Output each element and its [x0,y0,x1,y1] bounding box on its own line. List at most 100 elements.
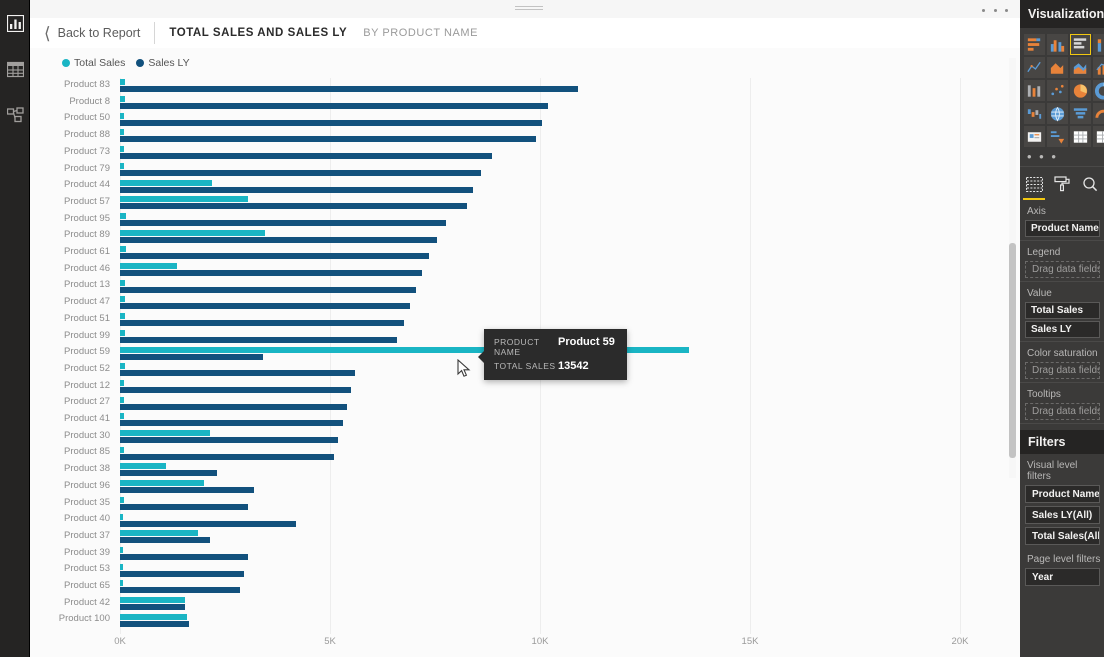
legend-item[interactable]: Sales LY [136,57,190,69]
tab-format[interactable] [1048,168,1076,200]
bar-total-sales[interactable] [120,313,126,320]
chart-row[interactable]: Product 12 [42,379,1002,396]
bar-total-sales[interactable] [120,162,124,169]
bar-total-sales[interactable] [120,263,177,270]
chart-row[interactable]: Product 95 [42,212,1002,229]
field-chip[interactable]: Sales LY [1025,321,1100,338]
bar-sales-ly[interactable] [120,86,578,93]
visual-type-stacked-bar-chart[interactable] [1024,34,1045,55]
visual-type-area-chart[interactable] [1047,57,1068,78]
bar-sales-ly[interactable] [120,169,482,176]
chart-row[interactable]: Product 46 [42,262,1002,279]
bar-sales-ly[interactable] [120,487,255,494]
visual-type-scatter-chart[interactable] [1047,80,1068,101]
bar-total-sales[interactable] [120,79,126,86]
bar-total-sales[interactable] [120,546,124,553]
overflow-menu-button[interactable] [982,4,1008,16]
chart-row[interactable]: Product 8 [42,95,1002,112]
bar-sales-ly[interactable] [120,236,438,243]
chart-row[interactable]: Product 89 [42,228,1002,245]
bar-total-sales[interactable] [120,396,125,403]
bar-total-sales[interactable] [120,496,124,503]
chart-row[interactable]: Product 42 [42,596,1002,613]
chart-row[interactable]: Product 30 [42,429,1002,446]
legend-item[interactable]: Total Sales [62,57,125,69]
bar-total-sales[interactable] [120,196,249,203]
field-drop-zone[interactable]: Drag data fields here [1025,403,1100,420]
bar-total-sales[interactable] [120,329,125,336]
chart-row[interactable]: Product 44 [42,178,1002,195]
chart-row[interactable]: Product 35 [42,496,1002,513]
sidebar-item-report-view[interactable] [0,0,30,46]
tab-fields[interactable] [1020,168,1048,200]
bar-sales-ly[interactable] [120,136,536,143]
sidebar-item-data-view[interactable] [0,46,30,92]
bar-sales-ly[interactable] [120,453,335,460]
bar-sales-ly[interactable] [120,537,211,544]
bar-sales-ly[interactable] [120,353,263,360]
bar-total-sales[interactable] [120,446,124,453]
bar-total-sales[interactable] [120,279,126,286]
bar-total-sales[interactable] [120,463,167,470]
chart-row[interactable]: Product 57 [42,195,1002,212]
bar-sales-ly[interactable] [120,303,410,310]
bar-sales-ly[interactable] [120,570,244,577]
bar-total-sales[interactable] [120,363,125,370]
sidebar-item-model-view[interactable] [0,92,30,138]
field-drop-zone[interactable]: Drag data fields here [1025,362,1100,379]
visual-type-line-chart[interactable] [1024,57,1045,78]
chart-row[interactable]: Product 40 [42,512,1002,529]
bar-total-sales[interactable] [120,129,124,136]
chart-row[interactable]: Product 51 [42,312,1002,329]
bar-sales-ly[interactable] [120,186,473,193]
bar-total-sales[interactable] [120,580,123,587]
bar-sales-ly[interactable] [120,119,543,126]
chart-row[interactable]: Product 79 [42,162,1002,179]
bar-sales-ly[interactable] [120,553,249,560]
bar-sales-ly[interactable] [120,587,240,594]
bar-sales-ly[interactable] [120,604,186,611]
visual-type-clustered-bar-chart[interactable] [1070,34,1091,55]
bar-sales-ly[interactable] [120,286,417,293]
chart-row[interactable]: Product 96 [42,479,1002,496]
visual-level-filter-chip[interactable]: Product Name(All) [1025,485,1100,503]
bar-sales-ly[interactable] [120,420,343,427]
field-chip[interactable]: Total Sales [1025,302,1100,319]
visual-level-filter-chip[interactable]: Sales LY(All) [1025,506,1100,524]
visual-type-ribbon-chart[interactable] [1024,80,1045,101]
chart-row[interactable]: Product 50 [42,111,1002,128]
bar-total-sales[interactable] [120,379,125,386]
visual-type-stacked-area-chart[interactable] [1070,57,1091,78]
visual-type-line-column-chart[interactable] [1093,57,1104,78]
bar-total-sales[interactable] [120,96,125,103]
chart-row[interactable]: Product 41 [42,412,1002,429]
bar-total-sales[interactable] [120,229,265,236]
bar-total-sales[interactable] [120,597,186,604]
chart-row[interactable]: Product 39 [42,546,1002,563]
bar-total-sales[interactable] [120,296,126,303]
bar-sales-ly[interactable] [120,320,404,327]
bar-sales-ly[interactable] [120,437,339,444]
visual-type-clustered-column-chart[interactable] [1047,34,1068,55]
back-to-report-button[interactable]: ⟨ Back to Report [44,25,140,42]
bar-sales-ly[interactable] [120,203,467,210]
chart-row[interactable]: Product 38 [42,462,1002,479]
canvas-scrollbar[interactable] [1009,58,1016,478]
bar-sales-ly[interactable] [120,386,351,393]
bar-total-sales[interactable] [120,212,127,219]
visual-type-pie-chart[interactable] [1070,80,1091,101]
visual-type-matrix[interactable] [1093,126,1104,147]
visual-type-map[interactable] [1047,103,1068,124]
visual-type-stacked-column-chart[interactable] [1093,34,1104,55]
visual-type-kpi[interactable] [1047,126,1068,147]
bar-sales-ly[interactable] [120,219,446,226]
bar-total-sales[interactable] [120,413,124,420]
chart-row[interactable]: Product 13 [42,278,1002,295]
chart-row[interactable]: Product 100 [42,612,1002,629]
visual-type-donut-chart[interactable] [1093,80,1104,101]
visual-type-card[interactable] [1024,126,1045,147]
bar-total-sales[interactable] [120,563,123,570]
bar-sales-ly[interactable] [120,503,249,510]
visual-type-waterfall-chart[interactable] [1024,103,1045,124]
bar-sales-ly[interactable] [120,253,429,260]
